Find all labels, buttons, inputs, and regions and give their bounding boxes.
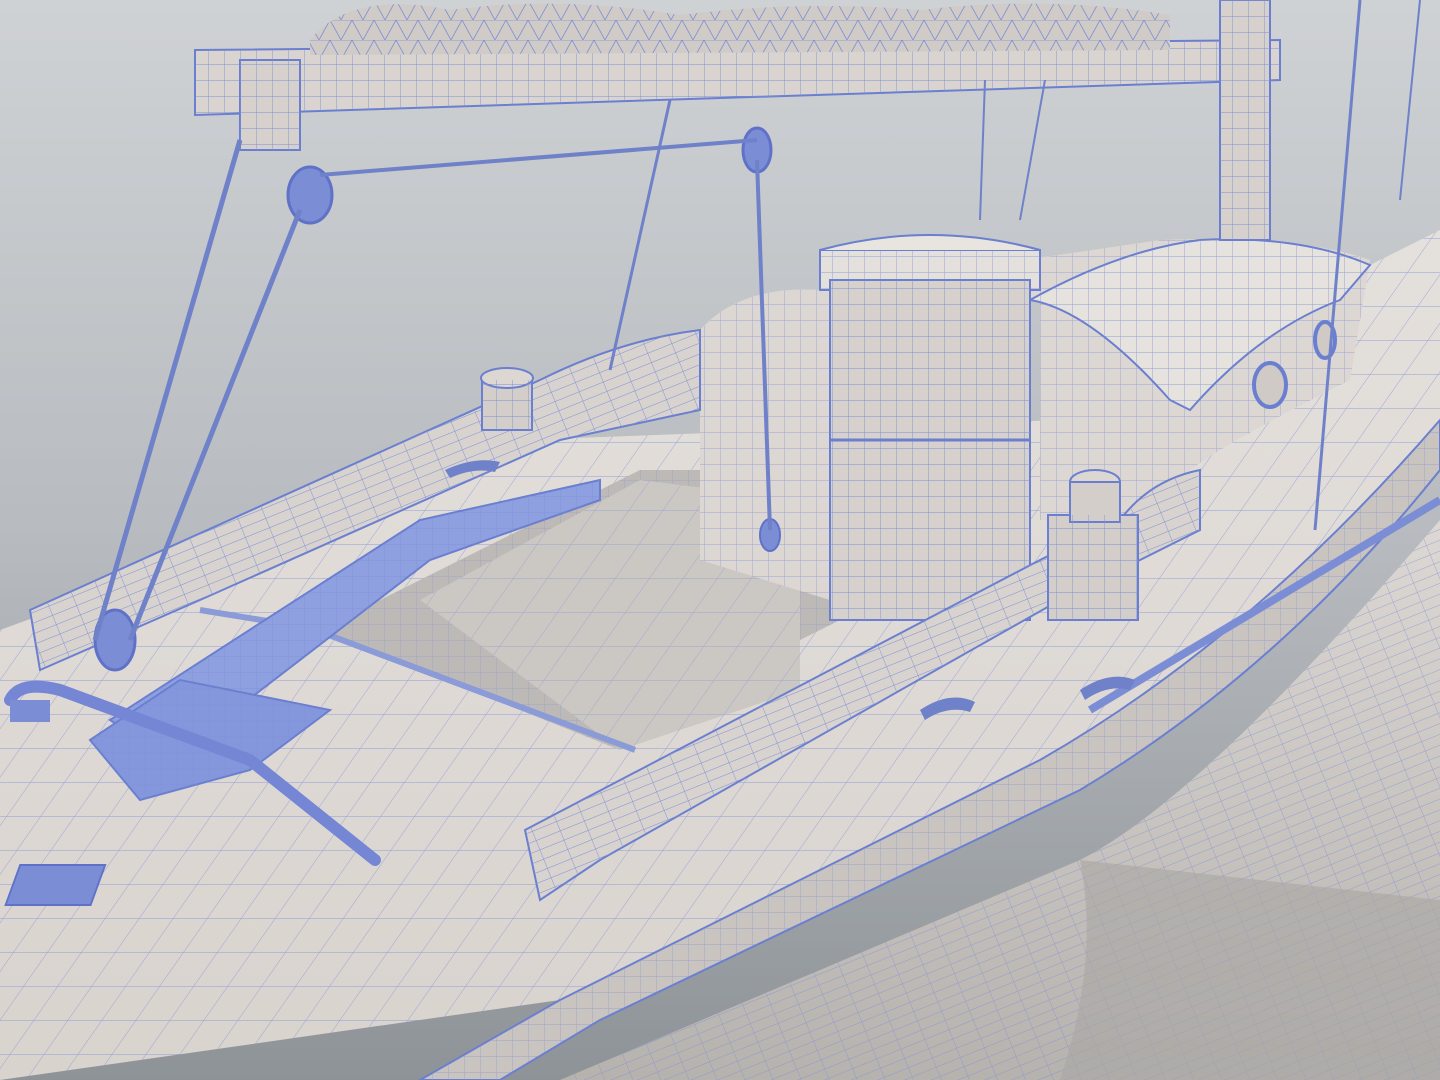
wireframe-render-viewport: [0, 0, 1440, 1080]
traveler-base: [4, 864, 107, 906]
furled-mainsail: [310, 3, 1170, 56]
traveler-base-left: [10, 700, 50, 722]
pulley-block-icon: [239, 59, 301, 151]
porthole-icon: [1252, 361, 1288, 409]
winch-icon: [480, 367, 534, 431]
companionway-hatch: [819, 234, 1041, 621]
mast: [1219, 0, 1271, 241]
